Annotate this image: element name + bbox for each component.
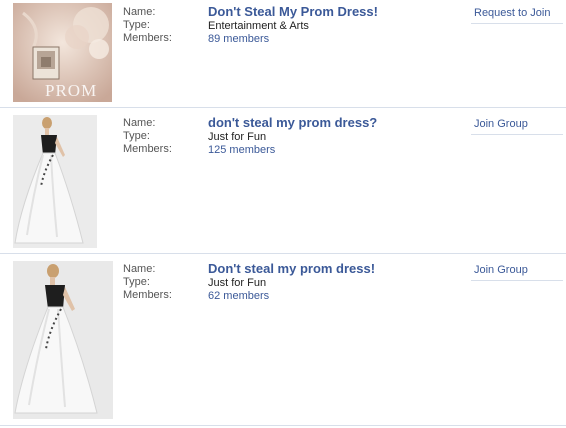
group-type: Entertainment & Arts	[208, 20, 309, 32]
members-link[interactable]: 125 members	[208, 144, 377, 157]
group-type: Just for Fun	[208, 277, 267, 289]
members-link[interactable]: 62 members	[208, 290, 375, 303]
join-group-button[interactable]: Join Group	[471, 263, 563, 281]
name-label: Name:	[123, 6, 156, 18]
name-label: Name:	[123, 117, 156, 129]
group-type: Just for Fun	[208, 131, 267, 143]
row-divider	[0, 107, 566, 108]
group-thumbnail[interactable]	[13, 261, 113, 419]
field-labels: Name: Type: Members:	[123, 117, 172, 156]
type-label: Type:	[123, 19, 150, 31]
prom-dress-image	[13, 261, 113, 419]
members-label: Members:	[123, 32, 172, 44]
name-label: Name:	[123, 263, 156, 275]
group-thumbnail[interactable]: PROM	[13, 3, 112, 102]
field-values: Don't Steal My Prom Dress! Entertainment…	[208, 4, 378, 46]
type-label: Type:	[123, 130, 150, 142]
type-label: Type:	[123, 276, 150, 288]
group-thumbnail[interactable]	[13, 115, 97, 248]
field-labels: Name: Type: Members:	[123, 6, 172, 45]
prom-dress-image	[13, 115, 97, 248]
group-search-results: PROM Name: Type: Members: Don't Steal My…	[0, 0, 566, 428]
field-values: don't steal my prom dress? Just for Fun …	[208, 115, 377, 157]
request-to-join-button[interactable]: Request to Join	[471, 6, 563, 24]
join-group-button[interactable]: Join Group	[471, 117, 563, 135]
row-divider	[0, 425, 566, 426]
members-label: Members:	[123, 289, 172, 301]
field-labels: Name: Type: Members:	[123, 263, 172, 302]
group-name-link[interactable]: Don't Steal My Prom Dress!	[208, 4, 378, 20]
members-link[interactable]: 89 members	[208, 33, 378, 46]
field-values: Don't steal my prom dress! Just for Fun …	[208, 261, 375, 303]
group-name-link[interactable]: don't steal my prom dress?	[208, 115, 377, 131]
members-label: Members:	[123, 143, 172, 155]
row-divider	[0, 253, 566, 254]
group-name-link[interactable]: Don't steal my prom dress!	[208, 261, 375, 277]
prom-watermark-text: PROM	[45, 81, 98, 100]
